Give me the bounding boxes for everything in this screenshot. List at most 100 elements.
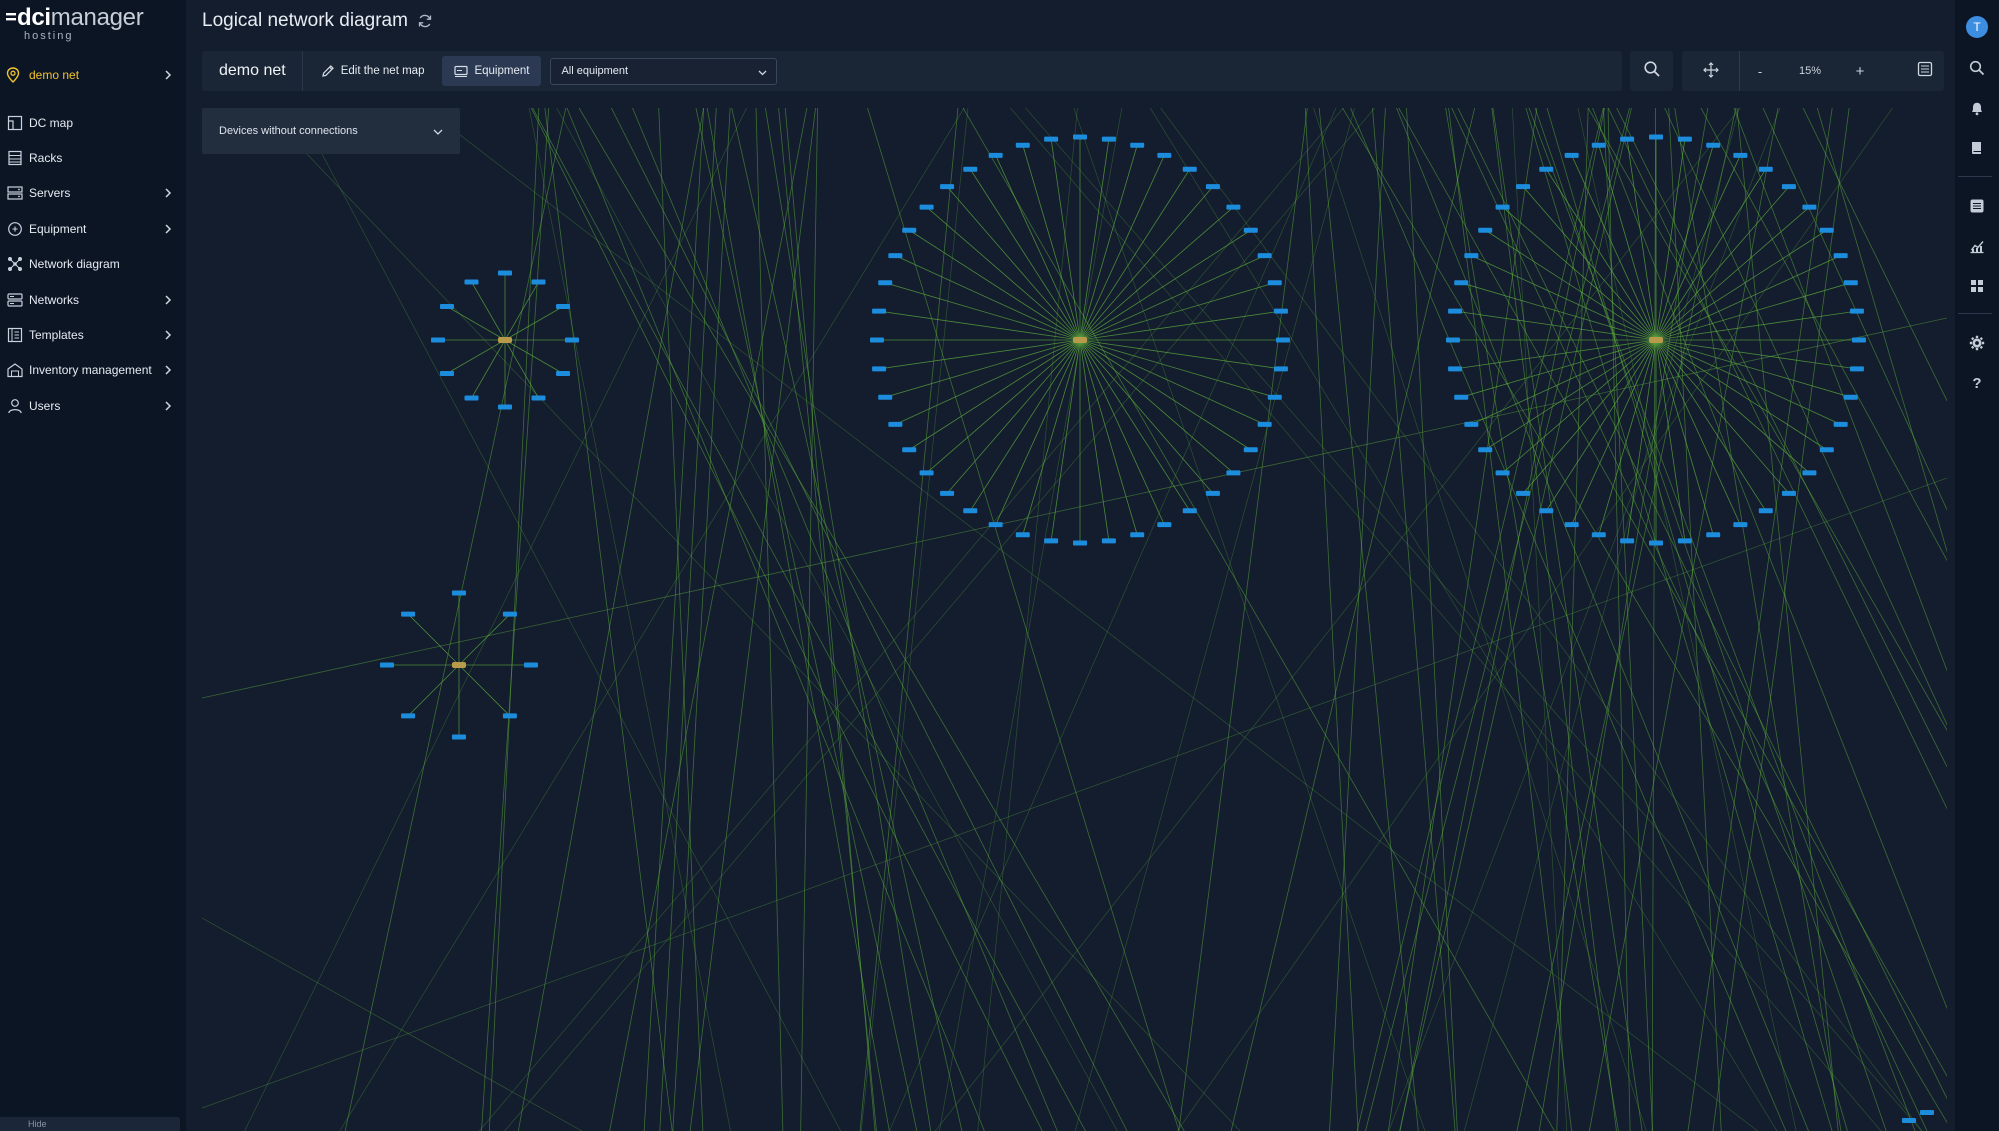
device-node[interactable] bbox=[452, 590, 466, 596]
device-node[interactable] bbox=[1539, 508, 1554, 514]
device-node[interactable] bbox=[1758, 508, 1773, 514]
device-node[interactable] bbox=[1849, 308, 1864, 314]
device-node[interactable] bbox=[878, 394, 893, 400]
device-node[interactable] bbox=[1454, 280, 1469, 286]
device-node[interactable] bbox=[1802, 204, 1817, 210]
device-node[interactable] bbox=[439, 304, 454, 309]
switch-node[interactable] bbox=[452, 662, 466, 668]
device-node[interactable] bbox=[1273, 308, 1288, 314]
device-node[interactable] bbox=[531, 279, 546, 285]
device-node[interactable] bbox=[1226, 470, 1241, 476]
device-node[interactable] bbox=[1902, 1118, 1916, 1123]
device-node[interactable] bbox=[1276, 337, 1290, 343]
device-node[interactable] bbox=[1495, 204, 1510, 210]
legend-button[interactable] bbox=[1906, 51, 1944, 91]
device-node[interactable] bbox=[1478, 447, 1493, 453]
device-node[interactable] bbox=[1620, 136, 1635, 142]
device-node[interactable] bbox=[1758, 166, 1773, 172]
device-node[interactable] bbox=[565, 337, 579, 343]
device-node[interactable] bbox=[1205, 184, 1220, 190]
device-node[interactable] bbox=[1843, 280, 1858, 286]
device-node[interactable] bbox=[1446, 337, 1460, 343]
device-node[interactable] bbox=[870, 337, 884, 343]
device-node[interactable] bbox=[498, 404, 512, 410]
reports-button[interactable] bbox=[1955, 198, 1999, 219]
device-node[interactable] bbox=[1781, 184, 1796, 190]
hide-sidebar-button[interactable]: Hide bbox=[0, 1117, 180, 1131]
notifications-button[interactable] bbox=[1955, 100, 1999, 121]
device-node[interactable] bbox=[1464, 253, 1479, 259]
device-node[interactable] bbox=[1781, 490, 1796, 496]
device-node[interactable] bbox=[1157, 152, 1172, 158]
device-node[interactable] bbox=[1677, 538, 1692, 544]
device-node[interactable] bbox=[919, 470, 934, 476]
docs-button[interactable] bbox=[1955, 140, 1999, 161]
device-node[interactable] bbox=[1649, 134, 1663, 140]
device-node[interactable] bbox=[498, 270, 512, 276]
sidebar-item-racks[interactable]: Racks bbox=[0, 140, 186, 175]
device-node[interactable] bbox=[401, 713, 416, 719]
device-node[interactable] bbox=[464, 395, 479, 401]
device-node[interactable] bbox=[888, 421, 903, 427]
device-node[interactable] bbox=[1243, 227, 1258, 233]
device-node[interactable] bbox=[439, 371, 454, 376]
device-node[interactable] bbox=[1802, 470, 1817, 476]
device-node[interactable] bbox=[1454, 394, 1469, 400]
device-node[interactable] bbox=[502, 713, 517, 719]
device-node[interactable] bbox=[452, 734, 466, 740]
sidebar-item-inventory-management[interactable]: Inventory management bbox=[0, 353, 186, 388]
sidebar-item-users[interactable]: Users bbox=[0, 388, 186, 423]
device-node[interactable] bbox=[1852, 337, 1866, 343]
device-node[interactable] bbox=[1273, 366, 1288, 372]
device-node[interactable] bbox=[878, 280, 893, 286]
device-node[interactable] bbox=[1464, 421, 1479, 427]
sidebar-item-servers[interactable]: Servers bbox=[0, 176, 186, 211]
device-node[interactable] bbox=[1205, 490, 1220, 496]
device-node[interactable] bbox=[902, 447, 917, 453]
device-node[interactable] bbox=[919, 204, 934, 210]
device-node[interactable] bbox=[963, 166, 978, 172]
device-node[interactable] bbox=[1448, 366, 1463, 372]
device-node[interactable] bbox=[1448, 308, 1463, 314]
device-node[interactable] bbox=[1073, 134, 1087, 140]
sidebar-item-networks[interactable]: Networks bbox=[0, 282, 186, 317]
device-node[interactable] bbox=[1819, 447, 1834, 453]
device-node[interactable] bbox=[1015, 532, 1030, 538]
device-node[interactable] bbox=[902, 227, 917, 233]
device-node[interactable] bbox=[1819, 227, 1834, 233]
device-node[interactable] bbox=[556, 304, 571, 309]
device-node[interactable] bbox=[464, 279, 479, 285]
device-node[interactable] bbox=[502, 611, 517, 617]
device-node[interactable] bbox=[963, 508, 978, 514]
device-node[interactable] bbox=[1843, 394, 1858, 400]
refresh-icon[interactable] bbox=[417, 13, 433, 29]
device-node[interactable] bbox=[1833, 253, 1848, 259]
device-node[interactable] bbox=[988, 522, 1003, 528]
device-node[interactable] bbox=[524, 662, 538, 668]
device-node[interactable] bbox=[1564, 152, 1579, 158]
device-node[interactable] bbox=[940, 490, 955, 496]
device-node[interactable] bbox=[1706, 532, 1721, 538]
device-node[interactable] bbox=[1516, 184, 1531, 190]
settings-button[interactable] bbox=[1955, 335, 1999, 356]
device-node[interactable] bbox=[988, 152, 1003, 158]
device-node[interactable] bbox=[1564, 522, 1579, 528]
device-node[interactable] bbox=[872, 308, 887, 314]
equipment-button[interactable]: Equipment bbox=[442, 56, 542, 86]
device-node[interactable] bbox=[1833, 421, 1848, 427]
device-node[interactable] bbox=[1243, 447, 1258, 453]
device-node[interactable] bbox=[940, 184, 955, 190]
device-node[interactable] bbox=[1182, 508, 1197, 514]
device-node[interactable] bbox=[1920, 1110, 1934, 1115]
zoom-in-button[interactable]: + bbox=[1840, 51, 1880, 91]
device-node[interactable] bbox=[1478, 227, 1493, 233]
device-node[interactable] bbox=[888, 253, 903, 259]
device-node[interactable] bbox=[1157, 522, 1172, 528]
edit-net-map-button[interactable]: Edit the net map bbox=[309, 56, 437, 86]
device-node[interactable] bbox=[1073, 540, 1087, 546]
switch-node[interactable] bbox=[1073, 337, 1087, 343]
device-node[interactable] bbox=[531, 395, 546, 401]
device-node[interactable] bbox=[1044, 538, 1059, 544]
sidebar-item-network-diagram[interactable]: Network diagram bbox=[0, 247, 186, 282]
device-node[interactable] bbox=[380, 662, 394, 668]
